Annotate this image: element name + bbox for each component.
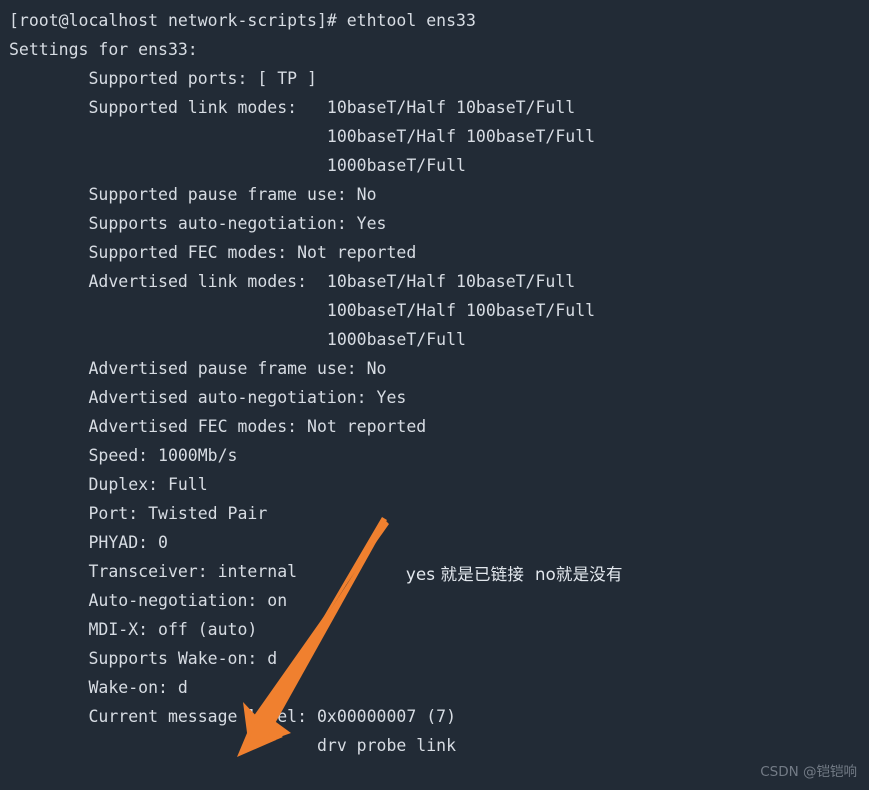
terminal-line: Supported link modes: 10baseT/Half 10bas… [9, 98, 576, 117]
terminal-line: Supports auto-negotiation: Yes [9, 214, 387, 233]
terminal-line: Port: Twisted Pair [9, 504, 268, 523]
annotation-text: yes 就是已链接 no就是没有 [406, 565, 623, 584]
terminal-line: Supports Wake-on: d [9, 649, 278, 668]
terminal-line: 1000baseT/Full [9, 330, 466, 349]
terminal-line: 100baseT/Half 100baseT/Full [9, 127, 596, 146]
terminal-line: 1000baseT/Full [9, 156, 466, 175]
terminal-line: Auto-negotiation: on [9, 591, 288, 610]
terminal-line: Supported pause frame use: No [9, 185, 377, 204]
terminal-line: Wake-on: d [9, 678, 188, 697]
terminal-line: [root@localhost network-scripts]# ethtoo… [9, 11, 476, 30]
terminal-output[interactable]: [root@localhost network-scripts]# ethtoo… [0, 0, 869, 790]
terminal-line: MDI-X: off (auto) [9, 620, 258, 639]
terminal-line: Advertised link modes: 10baseT/Half 10ba… [9, 272, 576, 291]
terminal-line: Advertised auto-negotiation: Yes [9, 388, 407, 407]
terminal-line: 100baseT/Half 100baseT/Full [9, 301, 596, 320]
terminal-line: PHYAD: 0 [9, 533, 168, 552]
terminal-line: Advertised pause frame use: No [9, 359, 387, 378]
watermark-label: CSDN @铠铠响 [760, 764, 857, 780]
terminal-line: Current message level: 0x00000007 (7) [9, 707, 457, 726]
terminal-line: Supported FEC modes: Not reported [9, 243, 417, 262]
terminal-line: Settings for ens33: [9, 40, 198, 59]
terminal-line: Duplex: Full [9, 475, 208, 494]
terminal-line: Advertised FEC modes: Not reported [9, 417, 427, 436]
terminal-line: drv probe link [9, 736, 457, 755]
terminal-line: Speed: 1000Mb/s [9, 446, 238, 465]
terminal-screenshot: [root@localhost network-scripts]# ethtoo… [0, 0, 869, 790]
terminal-line: Supported ports: [ TP ] [9, 69, 317, 88]
